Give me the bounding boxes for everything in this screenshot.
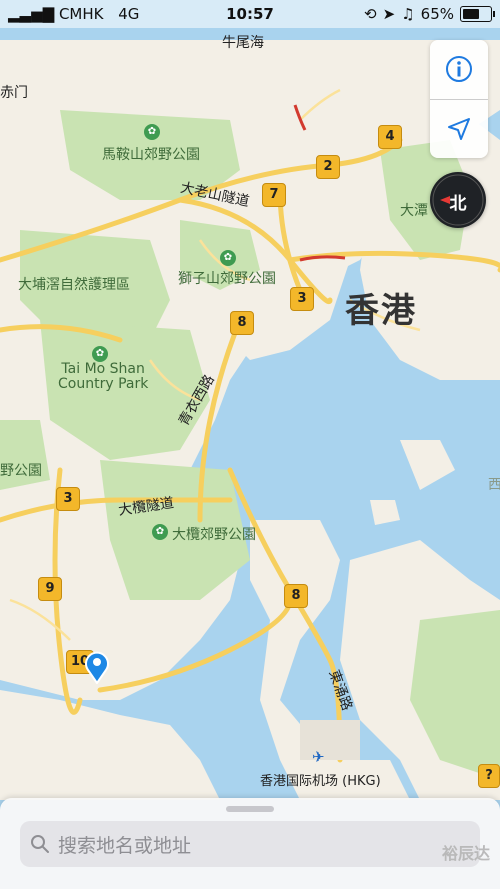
park-icon: ✿	[220, 250, 236, 266]
route-shield: 7	[262, 183, 286, 207]
watermark: 裕辰达	[441, 844, 490, 863]
bottom-sheet[interactable]: 搜索地名或地址 裕辰达	[0, 798, 500, 889]
label-park-partial: 野公園	[0, 463, 42, 479]
current-location-button[interactable]	[430, 100, 488, 158]
park-icon: ✿	[152, 524, 168, 540]
route-shield: 2	[316, 155, 340, 179]
battery-icon	[460, 6, 495, 22]
info-button[interactable]	[430, 40, 488, 98]
label-city-hong-kong: 香港	[345, 291, 417, 331]
sheet-grabber[interactable]	[226, 806, 274, 812]
airport-icon: ✈	[312, 748, 325, 766]
label-airport: 香港国际机场 (HKG)	[260, 774, 381, 789]
route-shield: 9	[38, 577, 62, 601]
airport-area	[300, 720, 360, 760]
location-pin-icon[interactable]	[84, 650, 110, 684]
label-tai-mo-shan: Tai Mo Shan Country Park	[58, 361, 149, 392]
route-shield-partial: ?	[478, 764, 500, 788]
route-shield: 3	[56, 487, 80, 511]
search-bar[interactable]: 搜索地名或地址	[20, 821, 480, 867]
map-controls	[430, 40, 488, 158]
rotation-lock-icon: ⟲	[364, 5, 377, 23]
label-da-tam: 大潭	[400, 203, 428, 219]
label-tai-lam-park: 大欖郊野公園	[172, 527, 256, 543]
status-right: ⟲ ➤ ♫ 65%	[364, 5, 495, 23]
label-chi-men: 赤门	[0, 85, 28, 101]
compass-button[interactable]: 北	[430, 172, 486, 228]
map-canvas[interactable]	[0, 0, 500, 889]
label-niu-wei-hai: 牛尾海	[222, 35, 264, 51]
route-shield: 3	[290, 287, 314, 311]
battery-percent: 65%	[420, 5, 454, 23]
park-icon: ✿	[144, 124, 160, 140]
route-shield: 4	[378, 125, 402, 149]
search-icon	[31, 835, 49, 853]
route-shield: 8	[230, 311, 254, 335]
search-placeholder: 搜索地名或地址	[58, 834, 192, 857]
location-arrow-icon	[448, 118, 470, 140]
compass-north-label: 北	[449, 194, 467, 214]
location-services-icon: ➤	[382, 5, 396, 23]
park-icon: ✿	[92, 346, 108, 362]
info-icon	[446, 56, 472, 82]
label-xi: 西	[488, 477, 500, 493]
headphones-icon: ♫	[401, 5, 415, 23]
status-bar: ▂▃▅▇ CMHK 4G 10:57 ⟲ ➤ ♫ 65%	[0, 0, 500, 28]
route-shield: 8	[284, 584, 308, 608]
label-tai-po-reserve: 大埔滘自然護理區	[18, 277, 130, 293]
label-ma-on-shan: 馬鞍山郊野公園	[102, 147, 200, 163]
label-lion-rock: 獅子山郊野公園	[178, 271, 276, 287]
